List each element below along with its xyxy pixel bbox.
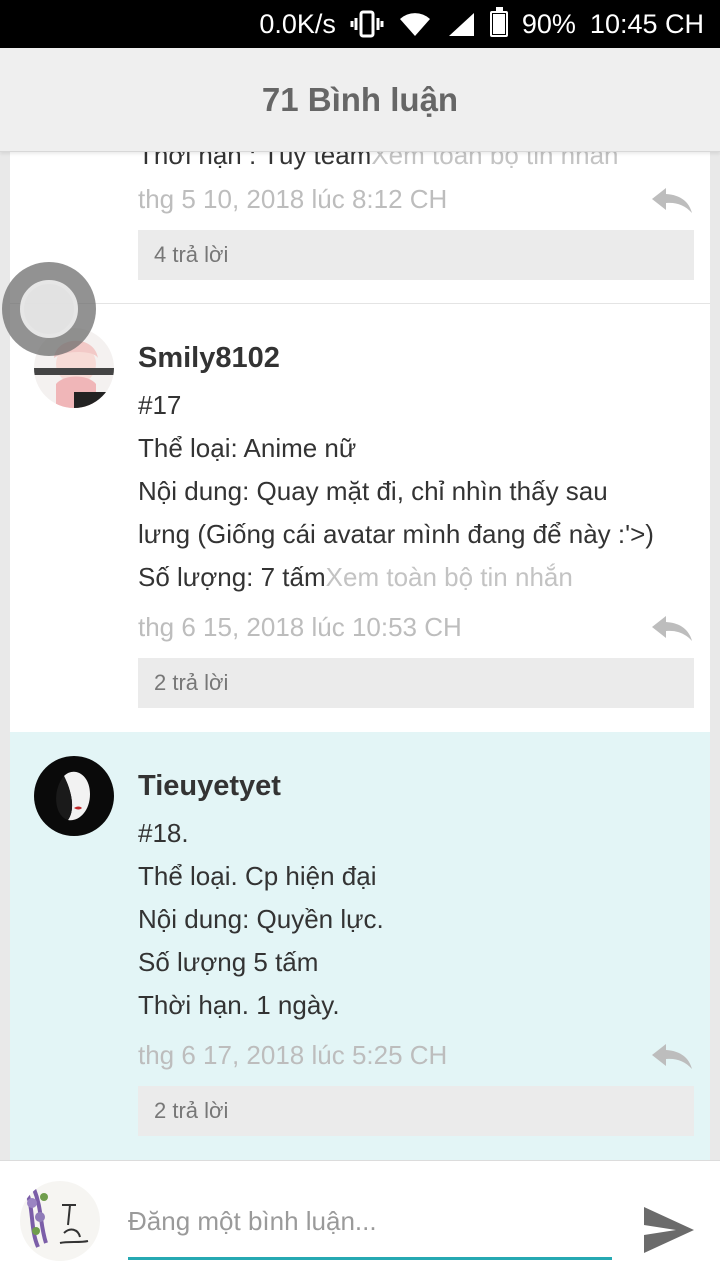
comment-meta: thg 6 15, 2018 lúc 10:53 CH <box>138 612 694 643</box>
comment-line: Số lượng 5 tấm <box>138 947 319 977</box>
comment-meta: thg 5 10, 2018 lúc 8:12 CH <box>138 184 694 215</box>
current-user-avatar <box>20 1181 100 1261</box>
comment-line: #17 <box>138 390 182 420</box>
comment-item-highlighted: Tieuyetyet #18. Thể loại. Cp hiện đại Nộ… <box>10 732 710 1160</box>
comment-line: lưng (Giống cái avatar mình đang để này … <box>138 519 654 549</box>
clock: 10:45 CH <box>589 8 704 39</box>
page-title: 71 Bình luận <box>261 80 459 118</box>
see-more-link[interactable]: Xem toàn bộ tin nhắn <box>326 562 573 592</box>
battery-percent: 90% <box>521 8 576 39</box>
comment-text: Số lượng: 7 tấm <box>138 562 326 592</box>
comment-text: Thời hạn : Tùy team <box>138 152 372 170</box>
battery-icon <box>489 7 508 37</box>
comment-line: Số lượng: 7 tấmXem toàn bộ tin nhắn <box>138 562 573 593</box>
comment-item: Smily8102 #17 Thể loại: Anime nữ Nội dun… <box>10 304 710 732</box>
comment-line: Thể loại. Cp hiện đại <box>138 861 377 891</box>
see-more-link[interactable]: Xem toàn bộ tin nhắn <box>371 152 618 170</box>
comment-line: Thời hạn : Tùy teamXem toàn bộ tin nhắn <box>138 152 619 171</box>
comment-timestamp: thg 6 15, 2018 lúc 10:53 CH <box>138 612 462 642</box>
comment-timestamp: thg 5 10, 2018 lúc 8:12 CH <box>138 184 448 214</box>
input-underline <box>128 1257 612 1260</box>
comment-username[interactable]: Tieuyetyet <box>138 770 281 803</box>
comment-line: Nội dung: Quyền lực. <box>138 904 384 934</box>
reply-icon[interactable] <box>650 185 694 215</box>
assistive-touch-inner-circle <box>20 280 78 338</box>
app-header: 71 Bình luận <box>0 48 720 152</box>
comment-line: Thời hạn. 1 ngày. <box>138 990 340 1020</box>
wifi-icon <box>398 11 432 37</box>
comment-line: Thể loại: Anime nữ <box>138 433 357 463</box>
reply-icon[interactable] <box>650 1041 694 1071</box>
replies-count-button[interactable]: 2 trả lời <box>138 1086 694 1136</box>
reply-icon[interactable] <box>650 613 694 643</box>
comment-username[interactable]: Smily8102 <box>138 342 280 375</box>
comment-input[interactable] <box>128 1197 612 1245</box>
replies-count-button[interactable]: 4 trả lời <box>138 230 694 280</box>
comments-list[interactable]: Thời hạn : Tùy teamXem toàn bộ tin nhắn … <box>10 152 710 1160</box>
network-speed: 0.0K/s <box>259 8 336 39</box>
comment-line: Nội dung: Quay mặt đi, chỉ nhìn thấy sau <box>138 476 608 506</box>
vibrate-icon <box>350 10 384 38</box>
signal-icon <box>446 11 476 37</box>
comment-timestamp: thg 6 17, 2018 lúc 5:25 CH <box>138 1040 448 1070</box>
comment-composer <box>0 1160 720 1280</box>
comment-item: Thời hạn : Tùy teamXem toàn bộ tin nhắn … <box>10 152 710 304</box>
comment-meta: thg 6 17, 2018 lúc 5:25 CH <box>138 1040 694 1071</box>
floating-assistive-touch-button[interactable] <box>2 262 96 356</box>
avatar[interactable] <box>34 756 114 836</box>
status-bar: 0.0K/s 90% 10:45 CH <box>0 0 720 48</box>
comment-line: #18. <box>138 818 189 848</box>
send-icon[interactable] <box>642 1203 696 1257</box>
replies-count-button[interactable]: 2 trả lời <box>138 658 694 708</box>
